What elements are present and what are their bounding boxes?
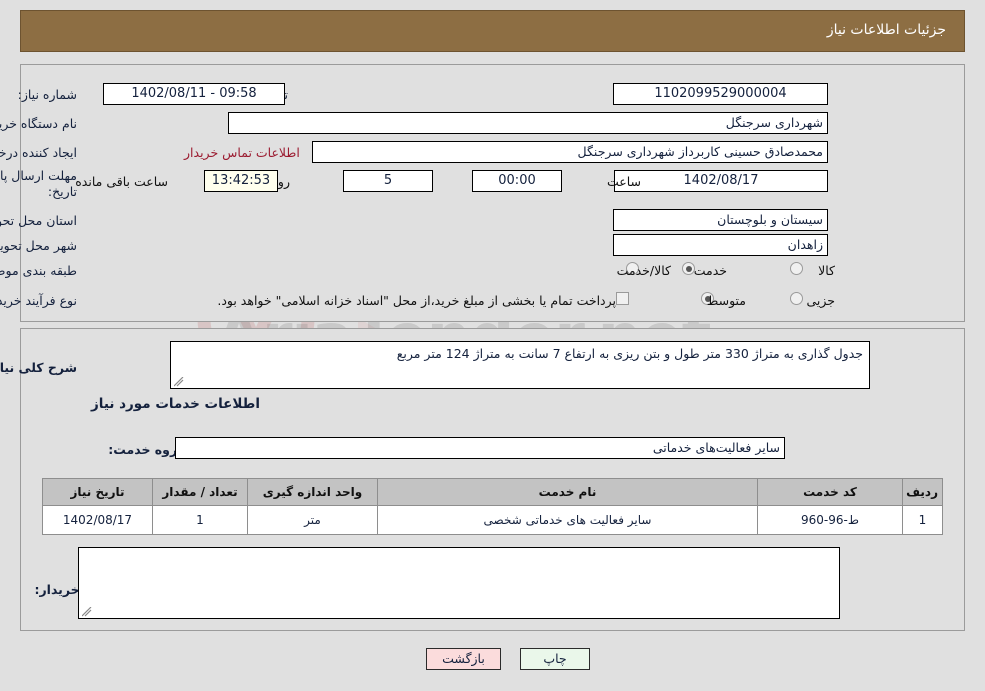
print-button[interactable]: چاپ	[520, 648, 590, 670]
page-title: جزئیات اطلاعات نیاز	[826, 22, 946, 38]
field-need-number[interactable]: 1102099529000004	[613, 83, 828, 105]
radio-label-category-khedmat: خدمت	[693, 263, 727, 278]
radio-label-category-kala-khedmat: کالا/خدمت	[616, 263, 671, 278]
general-need-text: جدول گذاری به متراژ 330 متر طول و بتن ری…	[396, 346, 863, 361]
label-purchase-process-type: نوع فرآیند خرید :	[0, 293, 77, 308]
label-delivery-province: استان محل تحویل:	[0, 213, 77, 228]
checkbox-islamic-treasury-bonds[interactable]	[616, 292, 629, 305]
label-need-number: شماره نیاز:	[17, 87, 77, 102]
field-public-notice-datetime[interactable]: 1402/08/11 - 09:58	[103, 83, 285, 105]
field-remaining-time[interactable]: 13:42:53	[204, 170, 278, 192]
heading-required-services-info: اطلاعات خدمات مورد نیاز	[90, 396, 260, 412]
field-remaining-days[interactable]: 5	[343, 170, 433, 192]
field-general-need-description[interactable]: جدول گذاری به متراژ 330 متر طول و بتن ری…	[170, 341, 870, 389]
cell-service-code: ط-96-960	[757, 505, 903, 535]
back-button[interactable]: بازگشت	[426, 648, 501, 670]
resize-grip-icon	[82, 607, 92, 617]
label-subject-category: طبقه بندی موضوعی:	[0, 263, 77, 278]
cell-service-name: سایر فعالیت های خدماتی شخصی	[377, 505, 758, 535]
field-request-creator[interactable]: محمدصادق حسینی کاربرداز شهرداری سرجنگل	[312, 141, 828, 163]
col-header-need-date: تاریخ نیاز	[42, 478, 153, 506]
cell-unit: متر	[247, 505, 378, 535]
label-general-need-description: شرح کلی نیاز:	[0, 360, 77, 375]
radio-label-process-jozei: جزیی	[806, 293, 835, 308]
field-delivery-province[interactable]: سیستان و بلوچستان	[613, 209, 828, 231]
col-header-unit: واحد اندازه گیری	[247, 478, 378, 506]
label-islamic-treasury-bonds: پرداخت تمام یا بخشی از مبلغ خرید،از محل …	[217, 293, 616, 308]
label-service-group: گروه خدمت:	[108, 442, 185, 457]
radio-process-jozei[interactable]	[790, 292, 803, 305]
col-header-service-code: کد خدمت	[757, 478, 903, 506]
link-buyer-contact-info[interactable]: اطلاعات تماس خریدار	[184, 145, 300, 160]
label-response-deadline-line2: تاریخ:	[47, 184, 77, 199]
field-deadline-hour[interactable]: 00:00	[472, 170, 562, 192]
col-header-quantity: تعداد / مقدار	[152, 478, 248, 506]
col-header-service-name: نام خدمت	[377, 478, 758, 506]
field-service-group[interactable]: سایر فعالیت‌های خدماتی	[175, 437, 785, 459]
cell-quantity: 1	[152, 505, 248, 535]
col-header-row-no: ردیف	[902, 478, 943, 506]
window-title-bar: جزئیات اطلاعات نیاز	[20, 10, 965, 52]
label-remaining-time-suffix: ساعت باقی مانده	[75, 174, 168, 189]
services-table-wrapper: ردیف کد خدمت نام خدمت واحد اندازه گیری ت…	[42, 478, 943, 535]
field-delivery-city[interactable]: زاهدان	[613, 234, 828, 256]
cell-need-date: 1402/08/17	[42, 505, 153, 535]
field-buyer-notes[interactable]	[78, 547, 840, 619]
radio-category-kala[interactable]	[790, 262, 803, 275]
label-response-deadline-line1: مهلت ارسال پاسخ: تا	[0, 168, 77, 183]
services-table: ردیف کد خدمت نام خدمت واحد اندازه گیری ت…	[42, 478, 943, 535]
field-buyer-organization[interactable]: شهرداری سرجنگل	[228, 112, 828, 134]
cell-row-no: 1	[902, 505, 943, 535]
table-row: 1 ط-96-960 سایر فعالیت های خدماتی شخصی م…	[42, 505, 943, 535]
radio-label-process-motevaset: متوسط	[706, 293, 746, 308]
label-deadline-hour: ساعت	[606, 174, 641, 189]
table-header-row: ردیف کد خدمت نام خدمت واحد اندازه گیری ت…	[42, 478, 943, 506]
label-buyer-organization: نام دستگاه خریدار:	[0, 116, 77, 131]
label-delivery-city: شهر محل تحویل:	[0, 238, 77, 253]
label-request-creator: ایجاد کننده درخواست:	[0, 145, 77, 160]
page-root: AriaTender.net جزئیات اطلاعات نیاز شماره…	[0, 0, 985, 691]
radio-label-category-kala: کالا	[818, 263, 835, 278]
resize-grip-icon	[174, 377, 184, 387]
field-deadline-date[interactable]: 1402/08/17	[614, 170, 828, 192]
